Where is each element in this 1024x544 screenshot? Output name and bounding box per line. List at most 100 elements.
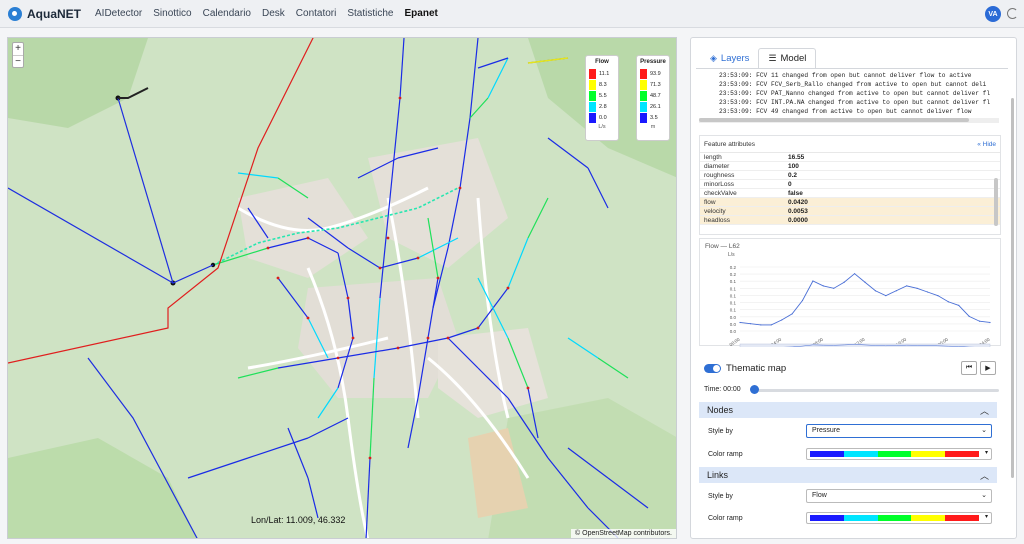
attribute-row: velocity 0.0053: [700, 207, 1000, 216]
nodes-color-ramp-select[interactable]: ▾: [806, 448, 992, 460]
junction-node[interactable]: [306, 316, 310, 320]
junction-node[interactable]: [266, 246, 270, 250]
legend-row: 3.5: [640, 112, 666, 123]
legend-value: 93.9: [650, 70, 661, 77]
skip-back-button[interactable]: ⏮: [961, 361, 977, 375]
attribute-row: minorLoss 0: [700, 180, 1000, 189]
legend-row: 5.5: [589, 90, 615, 101]
tab-layers[interactable]: ◈ Layers: [701, 48, 758, 68]
junction-node[interactable]: [506, 286, 510, 290]
junction-node[interactable]: [398, 96, 402, 100]
links-section-header[interactable]: Links ︿: [699, 467, 997, 483]
logout-icon[interactable]: [1007, 8, 1018, 19]
links-color-ramp-label: Color ramp: [708, 515, 743, 522]
flow-chart: Flow — L62 L/s 0.0 0.0 0.0 0.1 0.1 0.1 0.1 0.1 0…: [699, 238, 1001, 347]
nodes-section-title: Nodes: [707, 405, 734, 415]
links-section-title: Links: [707, 470, 729, 480]
flow-data-point: [749, 323, 752, 325]
play-button[interactable]: ▶: [980, 361, 996, 375]
map-canvas[interactable]: [8, 38, 677, 539]
nav-item-sinottico[interactable]: Sinottico: [153, 8, 191, 19]
ramp-color-stop: [911, 451, 946, 457]
flow-data-point: [801, 299, 804, 302]
junction-node[interactable]: [446, 336, 450, 340]
chart-range-navigator[interactable]: [739, 343, 991, 347]
play-icon: ▶: [985, 365, 991, 372]
attribute-value: 0.0420: [788, 199, 808, 206]
flow-legend-title: Flow: [595, 59, 609, 65]
time-slider[interactable]: [754, 389, 999, 392]
flow-data-point: [916, 287, 918, 289]
nav-item-aidetector[interactable]: AIDetector: [95, 8, 142, 19]
junction-node[interactable]: [346, 296, 350, 300]
legend-row: 26.1: [640, 101, 666, 112]
pressure-legend-title: Pressure: [640, 59, 666, 65]
ramp-color-stop: [945, 451, 979, 457]
log-horizontal-scrollbar[interactable]: [699, 118, 999, 123]
junction-node[interactable]: [458, 186, 462, 190]
user-avatar[interactable]: VA: [985, 6, 1001, 22]
y-tick-label: 0.1: [730, 279, 737, 284]
flow-data-point: [864, 281, 866, 283]
legend-value: 2.8: [599, 103, 607, 110]
flow-legend: Flow 11.1 8.3 5.5 2.8 0.0 L/s: [585, 55, 619, 141]
nav-item-contatori[interactable]: Contatori: [296, 8, 337, 19]
legend-swatch: [640, 68, 647, 79]
water-drop-icon: [8, 6, 22, 21]
nav-item-calendario[interactable]: Calendario: [203, 8, 251, 19]
junction-node[interactable]: [476, 326, 480, 330]
junction-node[interactable]: [386, 236, 390, 240]
junction-node[interactable]: [416, 256, 420, 260]
attribute-row: roughness 0.2: [700, 171, 1000, 180]
flow-data-point: [968, 315, 970, 317]
network-map[interactable]: + − Flow 11.1 8.3 5.5 2.8 0.0 L/s Pressure 9…: [7, 37, 677, 539]
map-attribution[interactable]: © OpenStreetMap contributors.: [571, 529, 676, 538]
app-logo[interactable]: AquaNET: [8, 6, 81, 21]
ramp-color-stop: [843, 515, 878, 521]
hide-attributes-link[interactable]: « Hide: [977, 141, 996, 148]
attribute-value: 0: [788, 181, 792, 188]
feature-attributes-panel: Feature attributes « Hide length 16.55 dia…: [699, 135, 1001, 235]
panel-tabs: ◈ Layers ☰ Model: [701, 48, 817, 68]
cursor-coordinates: Lon/Lat: 11.009, 46.332: [251, 515, 346, 525]
junction-node[interactable]: [396, 346, 400, 350]
nav-item-epanet[interactable]: Epanet: [405, 8, 438, 19]
junction-node[interactable]: [526, 386, 530, 390]
panel-scrollbar[interactable]: [1011, 98, 1014, 478]
junction-node[interactable]: [368, 456, 372, 460]
legend-swatch: [589, 112, 596, 123]
log-line: 23:53:09: FCV 11 changed from open but c…: [719, 72, 972, 79]
nodes-style-by-select[interactable]: Pressure ⌄: [806, 424, 992, 438]
attribute-row: length 16.55: [700, 153, 1000, 162]
junction-node[interactable]: [351, 336, 355, 340]
links-color-ramp-select[interactable]: ▾: [806, 512, 992, 524]
nodes-style-by-value: Pressure: [812, 427, 841, 434]
ramp-color-stop: [911, 515, 946, 521]
legend-row: 8.3: [589, 79, 615, 90]
junction-node[interactable]: [276, 276, 280, 280]
thematic-map-section: Thematic map ⏮ ▶ Time: 00:00 Nodes ︿ Sty…: [699, 354, 1001, 524]
time-slider-handle[interactable]: [750, 385, 759, 394]
junction-node[interactable]: [306, 236, 310, 240]
junction-node[interactable]: [436, 276, 440, 280]
flow-data-point: [791, 313, 793, 315]
legend-swatch: [640, 79, 647, 90]
nav-item-statistiche[interactable]: Statistiche: [347, 8, 393, 19]
zoom-out-button[interactable]: −: [13, 55, 23, 67]
nav-item-desk[interactable]: Desk: [262, 8, 285, 19]
ramp-color-stop: [843, 451, 878, 457]
thematic-map-toggle[interactable]: [704, 364, 721, 373]
zoom-in-button[interactable]: +: [13, 43, 23, 55]
links-style-by-select[interactable]: Flow ⌄: [806, 489, 992, 503]
attribute-value: 100: [788, 163, 799, 170]
nodes-style-by-label: Style by: [708, 428, 733, 435]
nodes-section-header[interactable]: Nodes ︿: [699, 402, 997, 418]
junction-node[interactable]: [426, 336, 430, 340]
top-navbar: AquaNET AIDetector Sinottico Calendario Des…: [0, 0, 1024, 28]
attributes-scrollbar[interactable]: [994, 178, 998, 226]
chevron-down-icon: ⌄: [981, 492, 987, 499]
junction-node[interactable]: [378, 266, 382, 270]
x-tick-label: 00:00: [728, 336, 740, 347]
junction-node[interactable]: [336, 356, 340, 360]
tab-model[interactable]: ☰ Model: [758, 48, 817, 68]
